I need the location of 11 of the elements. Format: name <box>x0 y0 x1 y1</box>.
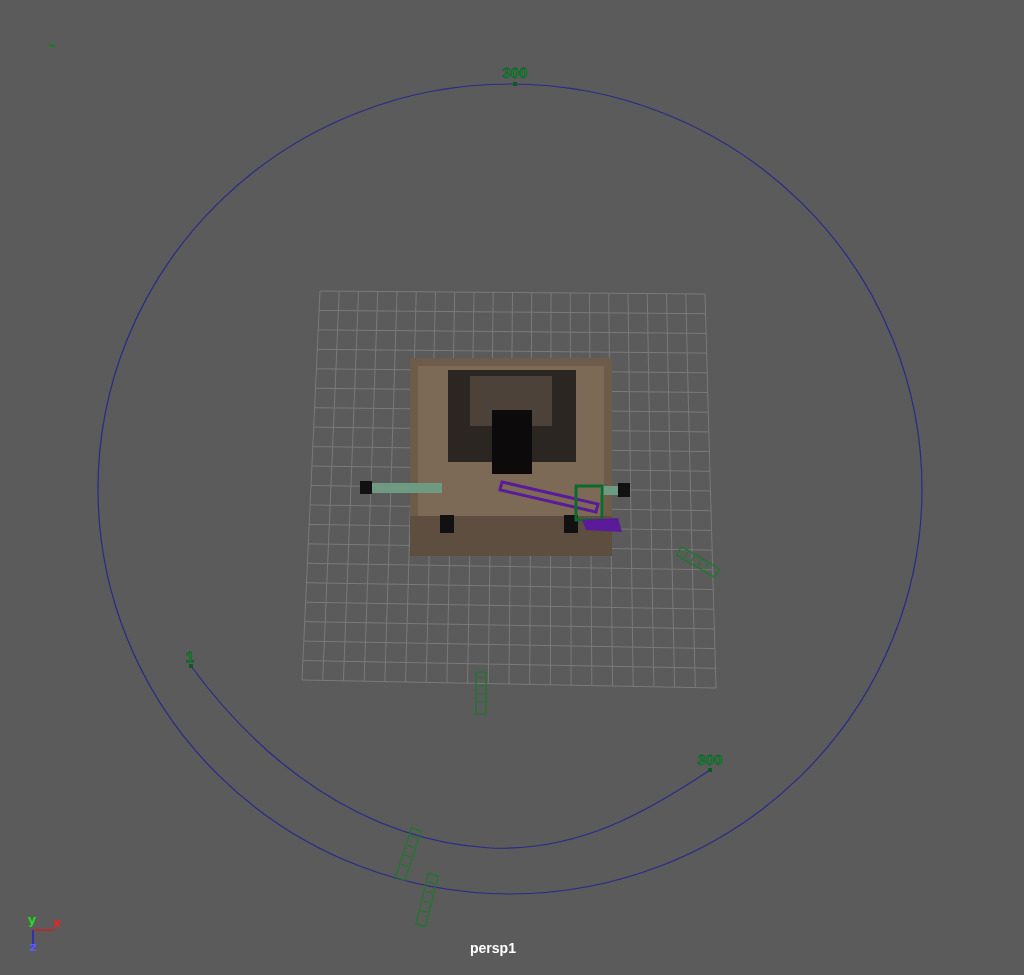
axis-label: y <box>27 912 37 927</box>
locator-icon <box>48 43 56 48</box>
curve-point-marker <box>189 664 193 668</box>
frame-number-label: 300 <box>502 64 528 81</box>
axis-label: z <box>29 939 37 954</box>
frame-number-label: 1 <box>185 648 195 665</box>
curve-point-marker <box>708 768 712 772</box>
frame-number-label: 300 <box>697 751 723 768</box>
curve-point-marker <box>513 82 517 86</box>
axis-label: x <box>52 915 62 930</box>
camera-name-label: persp1 <box>470 940 516 956</box>
